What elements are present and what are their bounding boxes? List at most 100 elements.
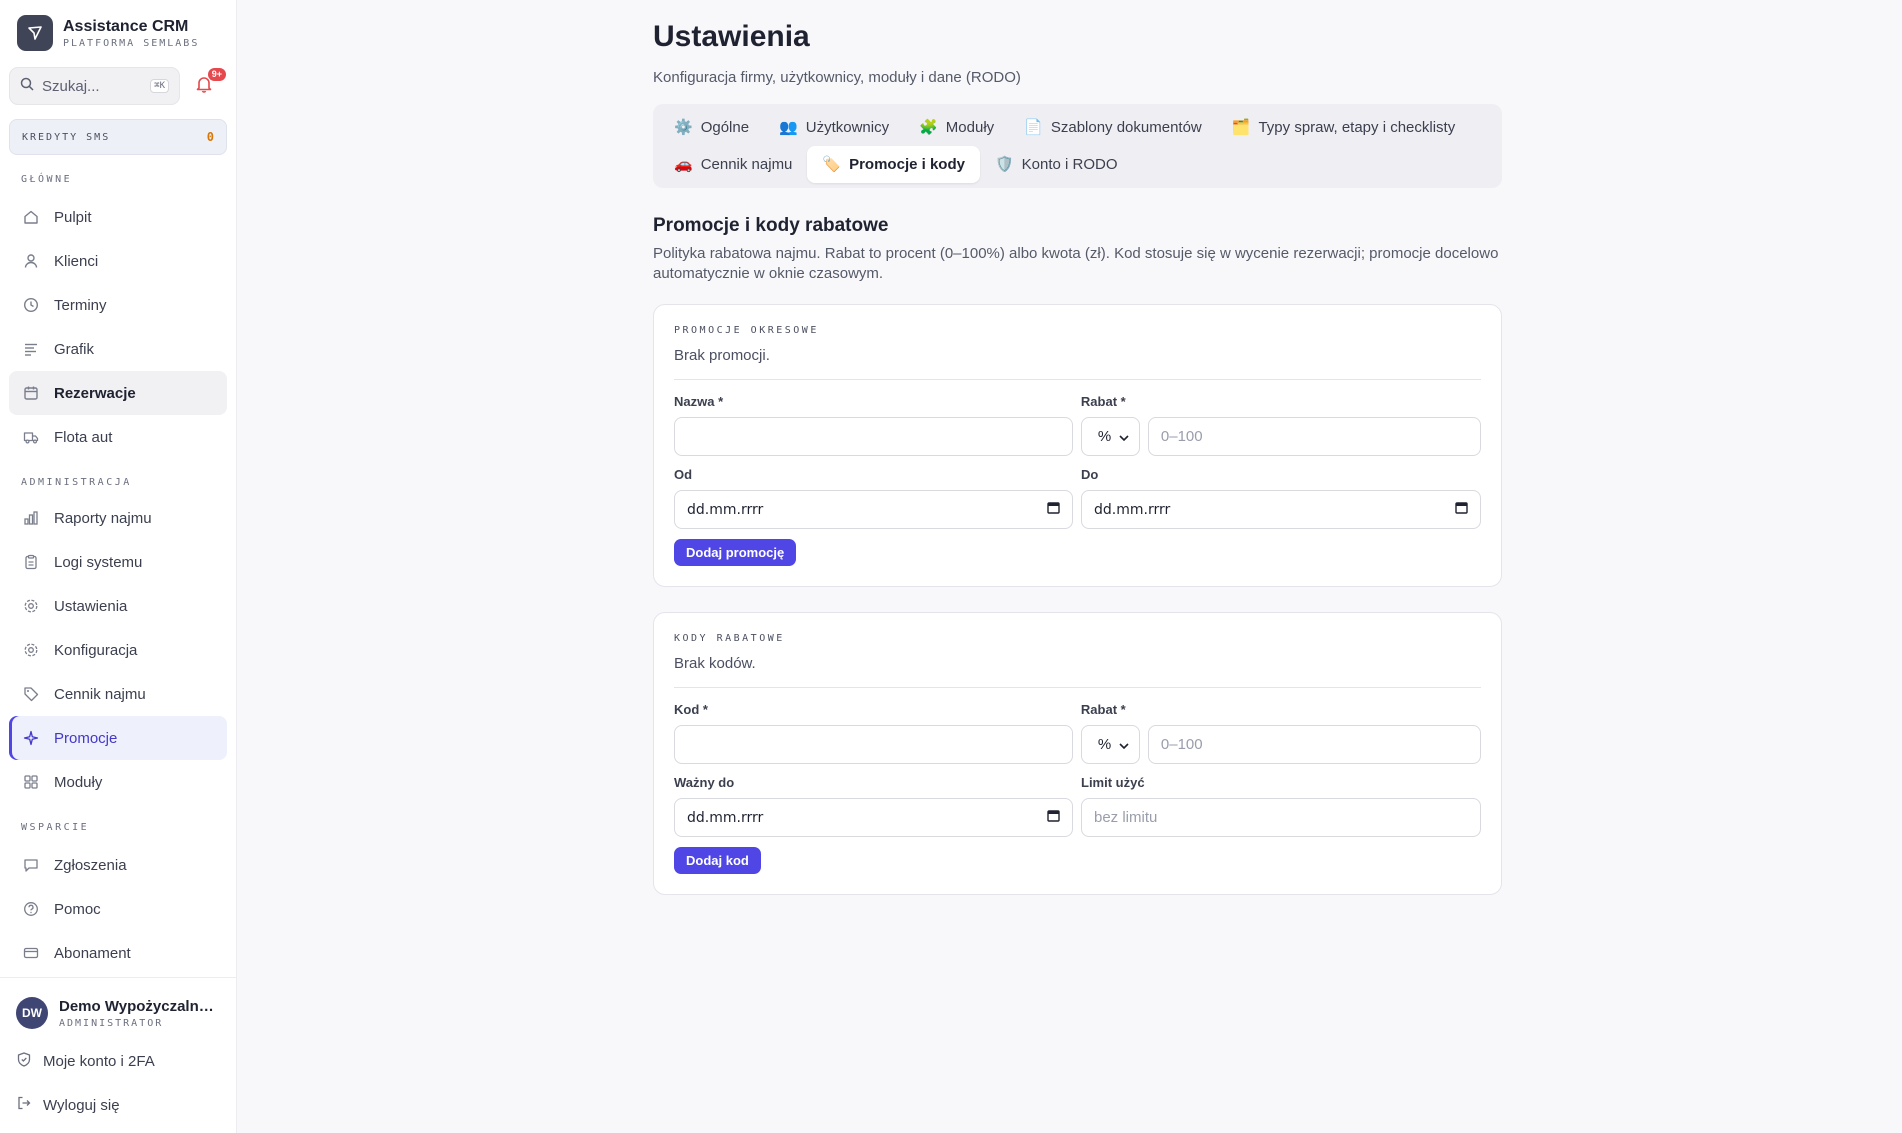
code-usage-limit-input[interactable]: bez limitu [1081, 798, 1481, 837]
document-icon: 📄 [1024, 119, 1043, 136]
tab-label: Szablony dokumentów [1050, 119, 1202, 136]
tag-icon: 🏷️ [822, 156, 842, 173]
sidebar-item-label: Pomoc [54, 900, 101, 918]
promotion-discount-label: Rabat * [1080, 394, 1126, 409]
user-role: ADMINISTRATOR [59, 1017, 164, 1029]
card-icon [22, 944, 40, 962]
code-discount-type-select[interactable]: % [1080, 725, 1140, 764]
discount-codes-card: KODY RABATOWE Brak kodów. Kod * Rabat * … [653, 612, 1502, 895]
shield-icon [17, 1051, 31, 1071]
add-promotion-button[interactable]: Dodaj promocję [674, 539, 797, 566]
sidebar-item-label: Rezerwacje [54, 384, 136, 402]
users-icon: 👥 [779, 119, 798, 136]
settings-tabs: ⚙️ Ogólne 👥 Użytkownicy 🧩 Moduły 📄 Szablony … [653, 104, 1502, 188]
tab-label: Moduły [945, 119, 995, 136]
tab-typy-spraw[interactable]: 🗂️ Typy spraw, etapy i checklisty [1217, 109, 1470, 146]
sidebar-item-flota-aut[interactable]: Flota aut [9, 415, 227, 459]
date-placeholder: dd.mm.rrrr [687, 809, 764, 826]
folder-icon: 🗂️ [1231, 119, 1251, 136]
add-code-button[interactable]: Dodaj kod [674, 847, 761, 874]
clock-icon [22, 296, 40, 314]
sms-credits[interactable]: KREDYTY SMS 0 [9, 119, 227, 155]
promotion-to-label: Do [1081, 467, 1099, 482]
search-input[interactable]: Szukaj... ⌘K [9, 67, 180, 105]
tab-konto-i-rodo[interactable]: 🛡️ Konto i RODO [980, 146, 1133, 183]
tab-label: Typy spraw, etapy i checklisty [1258, 119, 1456, 136]
brand[interactable]: Assistance CRM PLATFORMA SEMLABS [0, 0, 236, 52]
brand-subtitle: PLATFORMA SEMLABS [63, 37, 200, 49]
sidebar-item-label: Pulpit [54, 208, 92, 226]
sidebar-item-label: Logi systemu [54, 553, 143, 571]
shield-icon: 🛡️ [994, 156, 1014, 173]
sidebar-item-terminy[interactable]: Terminy [9, 283, 227, 327]
tag-icon [22, 685, 40, 703]
puzzle-icon: 🧩 [919, 119, 938, 136]
sidebar-item-ustawienia[interactable]: Ustawienia [9, 584, 227, 628]
notification-badge: 9+ [207, 68, 226, 81]
promotion-name-input[interactable] [674, 417, 1073, 456]
promotions-card-label: PROMOCJE OKRESOWE [674, 325, 819, 336]
sidebar-item-konfiguracja[interactable]: Konfiguracja [9, 628, 227, 672]
sidebar-item-moduly[interactable]: Moduły [9, 760, 227, 804]
tab-promocje-i-kody[interactable]: 🏷️ Promocje i kody [807, 146, 980, 183]
sidebar-item-logi-systemu[interactable]: Logi systemu [9, 540, 227, 584]
promotion-discount-type-select[interactable]: % [1080, 417, 1140, 456]
tab-moduly[interactable]: 🧩 Moduły [904, 109, 1009, 146]
code-input[interactable] [674, 725, 1073, 764]
message-icon [22, 856, 40, 874]
sidebar-item-cennik-najmu[interactable]: Cennik najmu [9, 672, 227, 716]
home-icon [22, 208, 40, 226]
logout-label: Wyloguj się [43, 1096, 120, 1114]
calendar-icon[interactable] [1047, 501, 1060, 518]
tab-cennik-najmu[interactable]: 🚗 Cennik najmu [659, 146, 807, 183]
sidebar-item-label: Promocje [54, 729, 118, 747]
gear-icon [22, 641, 40, 659]
sidebar-item-grafik[interactable]: Grafik [9, 327, 227, 371]
sidebar-item-pulpit[interactable]: Pulpit [9, 195, 227, 239]
code-valid-until-label: Ważny do [674, 775, 735, 790]
promotion-discount-value-input[interactable]: 0–100 [1147, 417, 1481, 456]
calendar-icon[interactable] [1455, 501, 1468, 518]
sidebar-item-raporty-najmu[interactable]: Raporty najmu [9, 496, 227, 540]
promotion-to-date-input[interactable]: dd.mm.rrrr [1081, 490, 1481, 529]
divider [674, 379, 1481, 380]
truck-icon [22, 428, 40, 446]
calendar-icon [22, 384, 40, 402]
search-shortcut: ⌘K [150, 79, 169, 93]
gear-icon [22, 597, 40, 615]
tab-szablony-dokumentow[interactable]: 📄 Szablony dokumentów [1009, 109, 1217, 146]
sidebar-item-rezerwacje[interactable]: Rezerwacje [9, 371, 227, 415]
bar-chart-icon [22, 509, 40, 527]
user-icon [22, 252, 40, 270]
sidebar-item-abonament[interactable]: Abonament [9, 931, 227, 975]
date-placeholder: dd.mm.rrrr [687, 501, 764, 518]
notifications-button[interactable]: 9+ [190, 68, 226, 100]
nav-section-main: GŁÓWNE [21, 174, 73, 185]
sidebar-item-promocje[interactable]: Promocje [9, 716, 227, 760]
sidebar-item-label: Klienci [54, 252, 99, 270]
sms-credits-value: 0 [206, 130, 214, 144]
tab-label: Cennik najmu [700, 156, 793, 173]
code-discount-value-input[interactable]: 0–100 [1147, 725, 1481, 764]
code-valid-until-input[interactable]: dd.mm.rrrr [674, 798, 1073, 837]
sidebar-item-label: Konfiguracja [54, 641, 138, 659]
tab-uzytkownicy[interactable]: 👥 Użytkownicy [764, 109, 904, 146]
calendar-icon[interactable] [1047, 809, 1060, 826]
logout-link[interactable]: Wyloguj się [0, 1083, 236, 1127]
divider [674, 687, 1481, 688]
sidebar-item-label: Cennik najmu [54, 685, 146, 703]
promotions-empty-state: Brak promocji. [674, 347, 770, 364]
my-account-link[interactable]: Moje konto i 2FA [0, 1039, 236, 1083]
tab-ogolne[interactable]: ⚙️ Ogólne [659, 109, 764, 146]
user-name: Demo Wypożyczalni... [59, 997, 214, 1015]
user-profile[interactable]: DW Demo Wypożyczalni... ADMINISTRATOR [0, 978, 236, 1029]
sidebar-item-pomoc[interactable]: Pomoc [9, 887, 227, 931]
my-account-label: Moje konto i 2FA [43, 1052, 155, 1070]
sidebar-item-zgloszenia[interactable]: Zgłoszenia [9, 843, 227, 887]
sidebar-item-klienci[interactable]: Klienci [9, 239, 227, 283]
promotion-from-date-input[interactable]: dd.mm.rrrr [674, 490, 1073, 529]
car-icon: 🚗 [674, 156, 693, 173]
chevron-down-icon [1119, 428, 1129, 445]
help-icon [22, 900, 40, 918]
nav-section-admin: ADMINISTRACJA [21, 477, 132, 488]
